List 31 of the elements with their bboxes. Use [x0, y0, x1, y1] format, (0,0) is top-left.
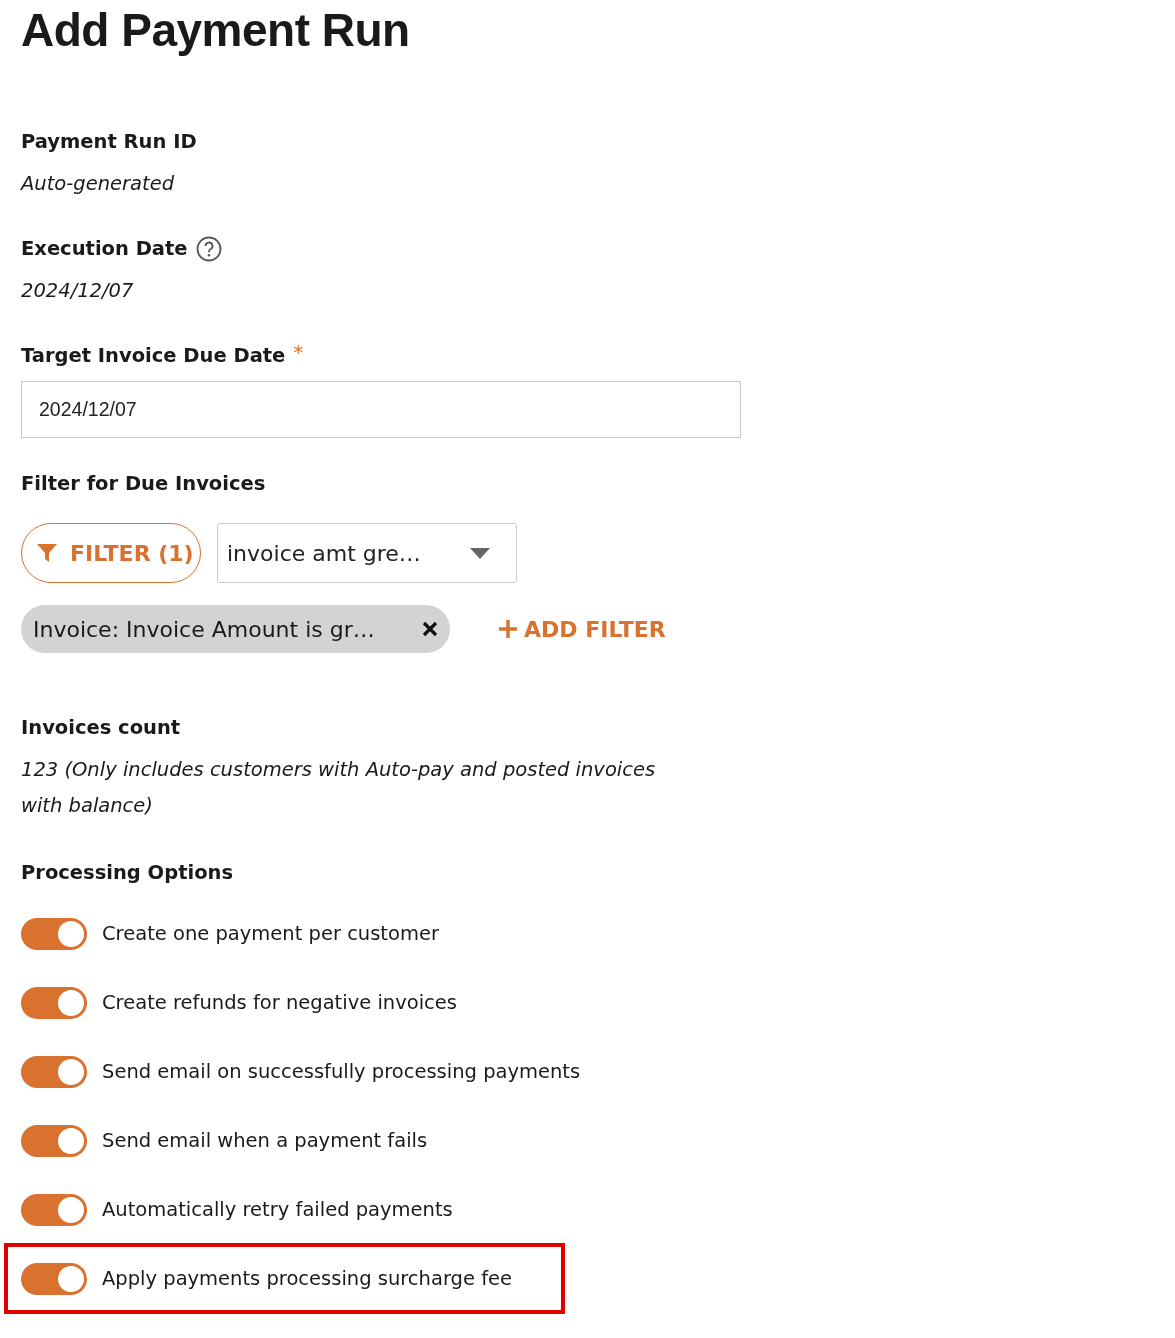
option-label: Automatically retry failed payments: [102, 1198, 453, 1221]
section-label: Processing Options: [21, 860, 234, 886]
field-label: Target Invoice Due Date: [21, 343, 286, 369]
option-label: Send email on successfully processing payments: [102, 1060, 581, 1083]
funnel-icon: [36, 542, 58, 564]
option-label: Create one payment per customer: [102, 922, 439, 945]
option-label: Apply payments processing surcharge fee: [102, 1267, 512, 1290]
toggle-switch[interactable]: [21, 917, 87, 950]
option-label: Send email when a payment fails: [102, 1129, 428, 1152]
toggle-switch[interactable]: [21, 986, 87, 1019]
toggle-switch[interactable]: [21, 1262, 87, 1295]
required-mark: *: [293, 342, 304, 362]
plus-icon: [498, 619, 518, 639]
filter-chip[interactable]: Invoice: Invoice Amount is gr…: [21, 605, 450, 653]
close-icon[interactable]: [422, 621, 438, 637]
field-value: Auto-generated: [21, 171, 176, 197]
field-value: 2024/12/07: [21, 278, 135, 304]
toggle-switch[interactable]: [21, 1124, 87, 1157]
date-input-field[interactable]: 2024/12/07: [21, 381, 741, 438]
section-label: Filter for Due Invoices: [21, 471, 266, 497]
filter-dropdown[interactable]: invoice amt gre…: [217, 523, 517, 583]
field-label: Payment Run ID: [21, 129, 197, 155]
section-label: Invoices count: [21, 715, 181, 741]
toggle-switch[interactable]: [21, 1193, 87, 1226]
page-title: Add Payment Run: [20, 3, 411, 58]
caret-icon: [470, 547, 490, 559]
help-icon[interactable]: [195, 236, 222, 262]
toggle-switch[interactable]: [21, 1055, 87, 1088]
field-label: Execution Date: [21, 236, 188, 262]
option-label: Create refunds for negative invoices: [102, 991, 457, 1014]
invoices-count-text: 123 (Only includes customers with Auto-pay and posted invoices with balance): [21, 757, 657, 819]
